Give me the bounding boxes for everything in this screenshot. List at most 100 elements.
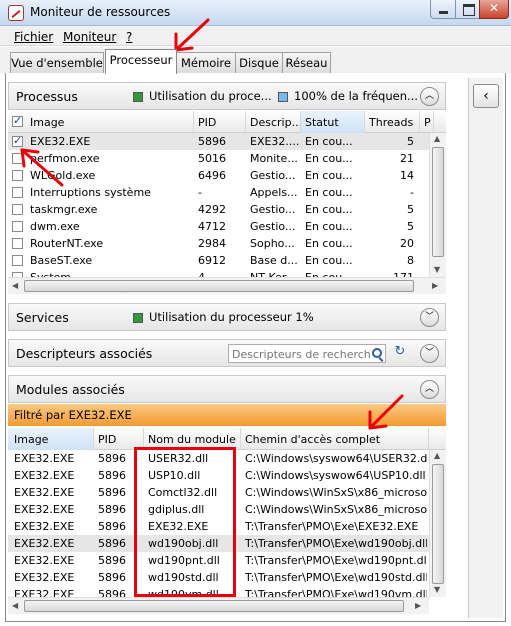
processes-hscroll-thumb[interactable] bbox=[24, 280, 414, 292]
table-row[interactable]: RouterNT.exe 2984 Sopho... En cou... 20 bbox=[8, 235, 446, 252]
process-checkbox[interactable] bbox=[12, 134, 23, 147]
process-threads: 20 bbox=[400, 237, 414, 250]
scroll-right-icon[interactable]: ▶ bbox=[432, 281, 438, 290]
column-status[interactable]: Statut bbox=[301, 111, 365, 133]
tab-processor[interactable]: Processeur bbox=[105, 49, 177, 74]
column-module-image[interactable]: Image bbox=[8, 428, 94, 450]
process-checkbox[interactable] bbox=[12, 221, 23, 232]
processes-vertical-scrollbar[interactable]: ▲ ▼ bbox=[429, 133, 446, 277]
table-row[interactable]: EXE32.EXE 5896 wd190pnt.dll T:\Transfer\PMO… bbox=[8, 552, 446, 569]
window-title: Moniteur de ressources bbox=[30, 5, 171, 19]
module-name: wd190obj.dll bbox=[148, 537, 219, 550]
expand-graphs-button[interactable]: ‹ bbox=[473, 84, 499, 108]
scroll-up-icon[interactable]: ▲ bbox=[434, 451, 440, 460]
menu-fichier[interactable]: Fichier bbox=[14, 30, 53, 44]
services-cpu-legend: Utilisation du processeur 1% bbox=[149, 310, 314, 324]
column-module-name[interactable]: Nom du module bbox=[144, 428, 241, 450]
module-image: EXE32.EXE bbox=[14, 503, 75, 516]
services-cpu-legend-swatch bbox=[133, 313, 143, 323]
process-image: perfmon.exe bbox=[30, 152, 100, 165]
process-checkbox[interactable] bbox=[12, 187, 23, 198]
process-pid: 4712 bbox=[198, 220, 226, 233]
expand-services-button[interactable]: ﹀ bbox=[420, 308, 439, 327]
tab-network[interactable]: Réseau bbox=[282, 52, 331, 73]
table-row[interactable]: EXE32.EXE 5896 wd190std.dll T:\Transfer\PMO… bbox=[8, 569, 446, 586]
table-row[interactable]: Interruptions système - Appels... En cou...… bbox=[8, 184, 446, 201]
process-threads: 21 bbox=[400, 152, 414, 165]
process-checkbox[interactable] bbox=[12, 204, 23, 215]
handles-search-box[interactable] bbox=[228, 344, 386, 363]
scroll-left-icon[interactable]: ◀ bbox=[12, 281, 18, 290]
tab-disk[interactable]: Disque bbox=[235, 52, 283, 73]
minimize-button[interactable] bbox=[430, 0, 456, 19]
scroll-down-icon[interactable]: ▼ bbox=[434, 585, 440, 594]
process-description: EXE32.... bbox=[250, 135, 300, 148]
refresh-search-button[interactable]: ↻ bbox=[390, 344, 410, 363]
process-status: En cou... bbox=[305, 203, 353, 216]
processes-vscroll-thumb[interactable] bbox=[432, 147, 444, 257]
search-icon[interactable] bbox=[372, 348, 382, 358]
module-path: C:\Windows\syswow64\USER32.dll bbox=[245, 452, 427, 465]
processes-header[interactable]: Processus Utilisation du proce... 100% d… bbox=[8, 82, 446, 110]
column-image[interactable]: Image bbox=[8, 111, 194, 133]
column-module-path[interactable]: Chemin d'accès complet bbox=[241, 428, 429, 450]
table-row[interactable]: perfmon.exe 5016 Monite... En cou... 21 bbox=[8, 150, 446, 167]
modules-header[interactable]: Modules associés ︿ bbox=[8, 375, 446, 403]
process-threads: 5 bbox=[407, 135, 414, 148]
table-row[interactable]: EXE32.EXE 5896 gdiplus.dll C:\Windows\WinSx… bbox=[8, 501, 446, 518]
modules-horizontal-scrollbar[interactable]: ◀ ▶ bbox=[8, 597, 429, 614]
services-header[interactable]: Services Utilisation du processeur 1% ﹀ bbox=[8, 303, 446, 331]
module-image: EXE32.EXE bbox=[14, 452, 75, 465]
module-name: Comctl32.dll bbox=[148, 486, 218, 499]
scroll-up-icon[interactable]: ▲ bbox=[434, 134, 440, 143]
process-checkbox[interactable] bbox=[12, 238, 23, 249]
table-row[interactable]: EXE32.EXE 5896 EXE32.... En cou... 5 bbox=[8, 133, 446, 150]
process-image: taskmgr.exe bbox=[30, 203, 98, 216]
table-row[interactable]: EXE32.EXE 5896 EXE32.EXE T:\Transfer\PMO\Ex… bbox=[8, 518, 446, 535]
close-button[interactable] bbox=[479, 0, 509, 19]
modules-vscroll-thumb[interactable] bbox=[432, 464, 444, 584]
max-frequency-legend-swatch bbox=[278, 92, 288, 102]
menu-help[interactable]: ? bbox=[126, 30, 132, 44]
menu-bar: Fichier Moniteur ? bbox=[0, 26, 511, 46]
process-checkbox[interactable] bbox=[12, 170, 23, 181]
table-row[interactable]: taskmgr.exe 4292 Gestio... En cou... 5 bbox=[8, 201, 446, 218]
max-frequency-legend: 100% de la fréquen... bbox=[294, 89, 418, 103]
module-pid: 5896 bbox=[98, 520, 126, 533]
process-status: En cou... bbox=[305, 169, 353, 182]
handles-search-input[interactable] bbox=[232, 347, 370, 361]
module-name: EXE32.EXE bbox=[148, 520, 209, 533]
select-all-checkbox[interactable] bbox=[12, 114, 23, 127]
module-pid: 5896 bbox=[98, 571, 126, 584]
process-checkbox[interactable] bbox=[12, 255, 23, 266]
title-bar[interactable]: Moniteur de ressources bbox=[0, 0, 511, 26]
table-row[interactable]: EXE32.EXE 5896 Comctl32.dll C:\Windows\WinS… bbox=[8, 484, 446, 501]
modules-vertical-scrollbar[interactable]: ▲ ▼ bbox=[429, 450, 446, 597]
table-row[interactable]: EXE32.EXE 5896 USER32.dll C:\Windows\syswow… bbox=[8, 450, 446, 467]
processes-horizontal-scrollbar[interactable]: ◀ ▶ bbox=[8, 277, 446, 294]
maximize-button[interactable] bbox=[455, 0, 480, 19]
collapse-processes-button[interactable]: ︿ bbox=[420, 87, 439, 106]
module-image: EXE32.EXE bbox=[14, 537, 75, 550]
column-pid[interactable]: PID bbox=[194, 111, 246, 133]
tab-overview[interactable]: Vue d'ensemble bbox=[10, 52, 104, 73]
table-row[interactable]: dwm.exe 4712 Gestio... En cou... 5 bbox=[8, 218, 446, 235]
scroll-left-icon[interactable]: ◀ bbox=[12, 601, 18, 610]
scroll-down-icon[interactable]: ▼ bbox=[434, 265, 440, 274]
table-row[interactable]: BaseST.exe 6912 Base d... En cou... 8 bbox=[8, 252, 446, 269]
table-row[interactable]: EXE32.EXE 5896 USP10.dll C:\Windows\syswow6… bbox=[8, 467, 446, 484]
column-description[interactable]: Descrip... bbox=[246, 111, 301, 133]
column-threads[interactable]: Threads bbox=[365, 111, 420, 133]
process-checkbox[interactable] bbox=[12, 153, 23, 164]
scroll-right-icon[interactable]: ▶ bbox=[415, 601, 421, 610]
expand-handles-button[interactable]: ﹀ bbox=[420, 344, 439, 363]
process-pid: 2984 bbox=[198, 237, 226, 250]
menu-moniteur[interactable]: Moniteur bbox=[63, 30, 116, 44]
collapse-modules-button[interactable]: ︿ bbox=[420, 380, 439, 399]
column-module-pid[interactable]: PID bbox=[94, 428, 144, 450]
tab-memory[interactable]: Mémoire bbox=[176, 52, 236, 73]
modules-hscroll-thumb[interactable] bbox=[24, 600, 404, 612]
column-p[interactable]: P bbox=[420, 111, 434, 133]
table-row[interactable]: WLGold.exe 6496 Gestio... En cou... 14 bbox=[8, 167, 446, 184]
table-row[interactable]: EXE32.EXE 5896 wd190obj.dll T:\Transfer\PMO… bbox=[8, 535, 446, 552]
